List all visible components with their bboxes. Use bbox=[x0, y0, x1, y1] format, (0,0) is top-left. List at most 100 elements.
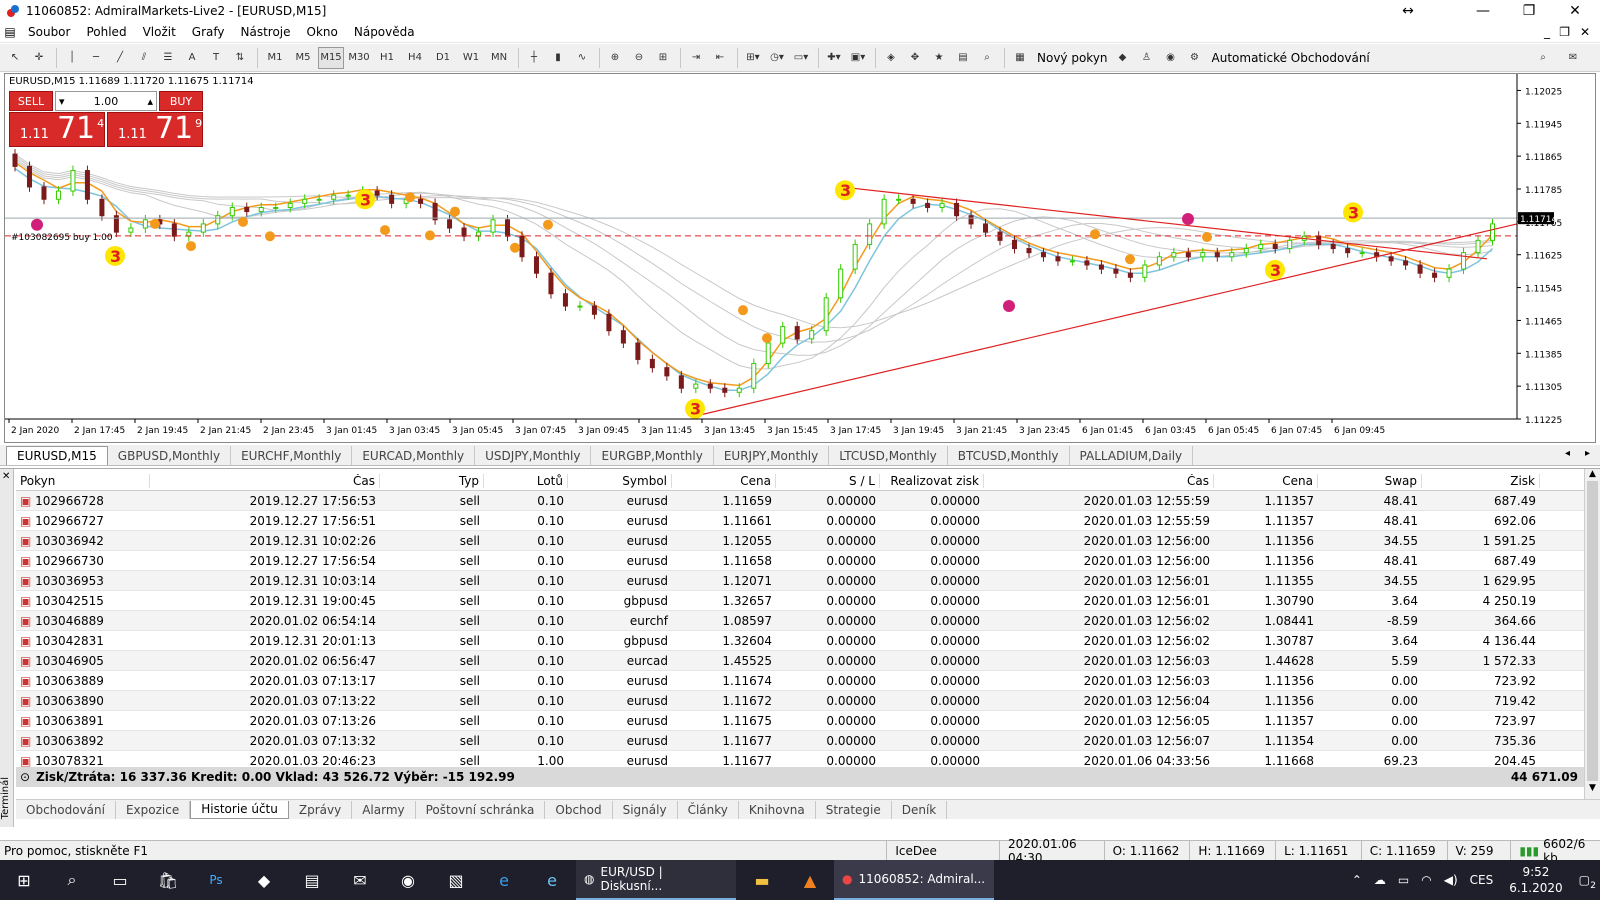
autoscroll-icon[interactable]: ⇥ bbox=[685, 47, 707, 69]
taskbar-mt4[interactable]: ● 11060852: Admiral... bbox=[834, 860, 994, 900]
candle[interactable] bbox=[447, 219, 453, 229]
tab-strategies[interactable]: Strategie bbox=[816, 800, 892, 819]
candle[interactable] bbox=[171, 223, 177, 237]
table-row[interactable]: ▣ 103036942 2019.12.31 10:02:26 sell 0.10 eu… bbox=[16, 531, 1584, 551]
candle[interactable] bbox=[1142, 264, 1148, 278]
candle[interactable] bbox=[229, 206, 235, 217]
vertical-scrollbar[interactable]: ▲ ▼ bbox=[1584, 469, 1600, 809]
chart-tab-eurgbp[interactable]: EURGBP,Monthly bbox=[591, 446, 714, 465]
search-icon[interactable]: ⌕ bbox=[1532, 47, 1554, 69]
auto-trading-button[interactable]: Automatické Obchodování bbox=[1212, 51, 1370, 65]
candle[interactable] bbox=[244, 206, 250, 213]
notification-icon[interactable]: ▢ 2 bbox=[1579, 873, 1596, 891]
explorer-icon[interactable]: ▬ bbox=[738, 860, 786, 900]
indicators-icon[interactable]: ⊞▾ bbox=[742, 47, 764, 69]
menu-charts[interactable]: Grafy bbox=[184, 25, 233, 39]
lot-input[interactable]: ▾ 1.00 ▴ bbox=[55, 91, 157, 111]
new-chart-icon[interactable]: ✚▾ bbox=[823, 47, 845, 69]
close-button[interactable]: ✕ bbox=[1552, 0, 1598, 22]
inner-close-icon[interactable]: ✕ bbox=[1580, 25, 1590, 39]
store-icon[interactable]: 🛍 bbox=[144, 860, 192, 900]
maximize-button[interactable]: ❐ bbox=[1506, 0, 1552, 22]
terminal-close-icon[interactable]: ✕ bbox=[2, 471, 10, 482]
sell-price[interactable]: 1.11 71 4 bbox=[9, 112, 105, 147]
tf-mn[interactable]: MN bbox=[486, 47, 512, 69]
candle[interactable] bbox=[606, 313, 612, 332]
arrows-icon[interactable]: ⇅ bbox=[229, 47, 251, 69]
column-header[interactable]: Swap bbox=[1318, 473, 1422, 488]
support-trendline[interactable] bbox=[694, 223, 1518, 417]
table-row[interactable]: ▣ 103063891 2020.01.03 07:13:26 sell 0.10 eu… bbox=[16, 711, 1584, 731]
tab-articles[interactable]: Články bbox=[678, 800, 739, 819]
candle[interactable] bbox=[983, 223, 989, 233]
minimize-button[interactable]: — bbox=[1460, 0, 1506, 22]
table-row[interactable]: ▣ 102966728 2019.12.27 17:56:53 sell 0.10 eu… bbox=[16, 491, 1584, 511]
tf-m1[interactable]: M1 bbox=[262, 47, 288, 69]
edge-icon[interactable]: e bbox=[480, 860, 528, 900]
candle[interactable] bbox=[736, 387, 742, 393]
channel-icon[interactable]: ⫽ bbox=[133, 47, 155, 69]
onedrive-icon[interactable]: ☁ bbox=[1374, 873, 1386, 887]
vertical-line-icon[interactable]: │ bbox=[61, 47, 83, 69]
candle[interactable] bbox=[838, 268, 844, 299]
templates-icon[interactable]: ▭▾ bbox=[790, 47, 812, 69]
photoshop-icon[interactable]: Ps bbox=[192, 860, 240, 900]
candle[interactable] bbox=[1200, 252, 1206, 258]
column-header[interactable]: Symbol bbox=[568, 473, 672, 488]
candle[interactable] bbox=[1432, 272, 1438, 278]
candle[interactable] bbox=[12, 153, 18, 167]
chart-shift-icon[interactable]: ⇤ bbox=[709, 47, 731, 69]
favorites-icon[interactable]: ★ bbox=[928, 47, 950, 69]
candle[interactable] bbox=[519, 235, 525, 258]
terminal-sidebar[interactable]: ✕ Terminál bbox=[0, 469, 14, 827]
candle[interactable] bbox=[1011, 239, 1017, 250]
chart-tab-eurjpy[interactable]: EURJPY,Monthly bbox=[714, 446, 830, 465]
candle[interactable] bbox=[867, 223, 873, 245]
candle-chart-icon[interactable]: ▮ bbox=[547, 47, 569, 69]
candle[interactable] bbox=[200, 223, 206, 233]
sell-button[interactable]: SELL bbox=[9, 91, 53, 111]
doc-icon[interactable]: ▤ bbox=[0, 25, 20, 39]
candle[interactable] bbox=[418, 198, 424, 204]
candle[interactable] bbox=[41, 186, 47, 200]
lot-down-icon[interactable]: ▾ bbox=[56, 95, 68, 108]
menu-tools[interactable]: Nástroje bbox=[233, 25, 299, 39]
tab-alerts[interactable]: Alarmy bbox=[352, 800, 416, 819]
inner-minimize-icon[interactable]: _ bbox=[1544, 25, 1550, 39]
candle[interactable] bbox=[1113, 268, 1119, 274]
windows-start-icon[interactable]: ⊞ bbox=[0, 860, 48, 900]
candle[interactable] bbox=[809, 330, 815, 340]
horizontal-line-icon[interactable]: ─ bbox=[85, 47, 107, 69]
candle[interactable] bbox=[258, 206, 264, 213]
candle[interactable] bbox=[26, 165, 32, 188]
tab-news[interactable]: Zprávy bbox=[289, 800, 353, 819]
table-row[interactable]: ▣ 103063892 2020.01.03 07:13:32 sell 0.10 eu… bbox=[16, 731, 1584, 751]
pink-marker[interactable] bbox=[1003, 300, 1015, 313]
chart-tab-eurcad[interactable]: EURCAD,Monthly bbox=[352, 446, 476, 465]
candle[interactable] bbox=[548, 272, 554, 295]
tf-m15[interactable]: M15 bbox=[318, 46, 344, 69]
tile-windows-icon[interactable]: ⊞ bbox=[652, 47, 674, 69]
candle[interactable] bbox=[432, 202, 438, 221]
candle[interactable] bbox=[620, 330, 626, 344]
candle[interactable] bbox=[1272, 243, 1278, 250]
candle[interactable] bbox=[939, 202, 945, 208]
clock[interactable]: 9:52 6.1.2020 bbox=[1509, 864, 1562, 896]
search-icon[interactable]: ⌕ bbox=[48, 860, 96, 900]
community-icon[interactable]: ♙ bbox=[1136, 47, 1158, 69]
cursor-icon[interactable]: ↖ bbox=[4, 47, 26, 69]
chart-tab-eurchf[interactable]: EURCHF,Monthly bbox=[231, 446, 353, 465]
chart-window[interactable]: #103082695 buy 1.00 333333 1.12025 1.1194… bbox=[4, 73, 1596, 443]
candle[interactable] bbox=[331, 194, 337, 200]
chart-tab-ltcusd[interactable]: LTCUSD,Monthly bbox=[829, 446, 948, 465]
candle[interactable] bbox=[490, 219, 496, 233]
auto-trading-icon[interactable]: ⚙ bbox=[1184, 47, 1206, 69]
fibonacci-icon[interactable]: ☰ bbox=[157, 47, 179, 69]
candle[interactable] bbox=[1171, 252, 1177, 258]
column-header[interactable]: Realizovat zisk bbox=[880, 473, 984, 488]
candle[interactable] bbox=[128, 227, 134, 233]
zoom-out-icon[interactable]: ⊖ bbox=[628, 47, 650, 69]
app-icon[interactable]: ◉ bbox=[384, 860, 432, 900]
chat-icon[interactable]: ✉ bbox=[1562, 47, 1584, 69]
candle[interactable] bbox=[84, 170, 90, 200]
